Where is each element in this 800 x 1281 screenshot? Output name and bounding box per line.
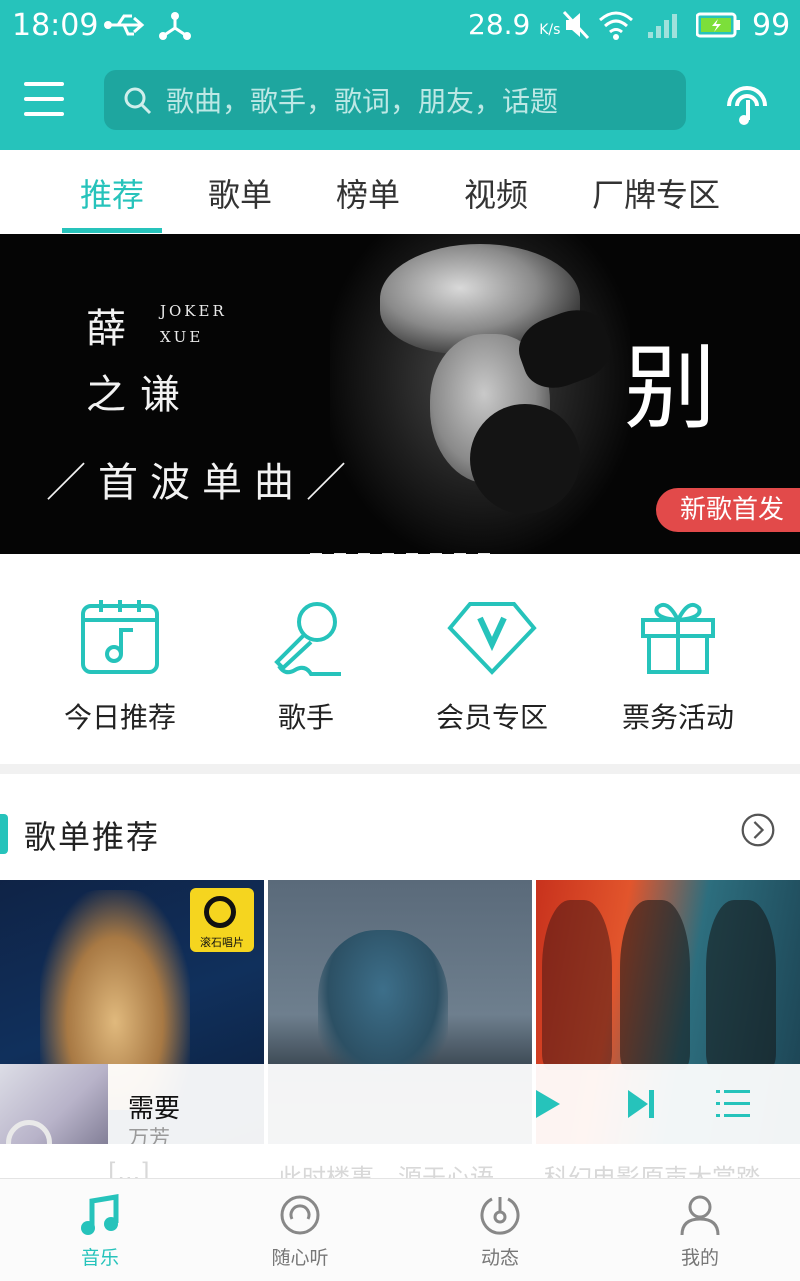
playlist-cover-image	[542, 900, 612, 1070]
banner-artist-name-1: 薛	[86, 306, 126, 352]
carousel-indicator	[310, 542, 502, 554]
now-playing-title: 需要	[128, 1094, 181, 1124]
playlist-section-header: 歌单推荐	[0, 774, 800, 880]
more-chevron-icon[interactable]	[740, 812, 776, 848]
nav-music[interactable]: 音乐	[40, 1193, 160, 1270]
search-box[interactable]	[104, 70, 686, 132]
playlist-queue-icon[interactable]	[716, 1088, 750, 1120]
top-bar	[0, 52, 800, 150]
vip-diamond-icon	[447, 602, 537, 675]
listen-recognize-button[interactable]	[720, 76, 774, 130]
quick-link-vip[interactable]: 会员专区	[402, 596, 582, 736]
microphone-icon	[274, 602, 341, 676]
search-input[interactable]	[164, 70, 668, 132]
section-accent-bar	[0, 814, 8, 854]
battery-icon	[695, 10, 742, 44]
music-recognition-icon	[727, 86, 767, 125]
category-tabs: 推荐 歌单 榜单 视频 厂牌专区	[0, 150, 800, 234]
section-divider	[0, 764, 800, 774]
bottom-navigation: 音乐 随心听 动态 我的	[0, 1178, 800, 1281]
tab-active-indicator	[62, 228, 162, 233]
profile-icon	[680, 1195, 720, 1236]
mute-icon	[562, 10, 590, 44]
network-speed: 28.9 K/s	[468, 8, 561, 41]
menu-button[interactable]	[24, 82, 64, 122]
battery-level: 99	[752, 8, 791, 43]
menu-icon	[24, 82, 64, 86]
record-label-logo: 滚石唱片	[190, 888, 254, 952]
share-network-icon	[158, 10, 192, 46]
promo-banner[interactable]: 薛 JOKER XUE 之谦 ／首波单曲／ 别 新歌首发	[0, 234, 800, 554]
banner-subtitle: ／首波单曲／	[46, 460, 358, 506]
nav-feed[interactable]: 动态	[440, 1193, 560, 1270]
signal-icon	[646, 10, 684, 44]
quick-link-today[interactable]: 今日推荐	[30, 596, 210, 736]
new-release-badge: 新歌首发	[656, 488, 800, 532]
search-icon	[122, 85, 154, 121]
feed-disc-icon	[480, 1197, 520, 1235]
tab-recommend[interactable]: 推荐	[80, 170, 144, 216]
quick-link-tickets[interactable]: 票务活动	[588, 596, 768, 736]
radio-icon	[280, 1195, 320, 1235]
playlist-cover-image	[318, 930, 448, 1080]
status-bar: 18:09 28.9 K/s 99	[0, 0, 800, 52]
tab-videos[interactable]: 视频	[464, 170, 528, 216]
next-track-icon[interactable]	[624, 1086, 658, 1122]
nav-radio[interactable]: 随心听	[240, 1193, 360, 1270]
tab-charts[interactable]: 榜单	[336, 170, 400, 216]
usb-icon	[104, 10, 148, 44]
tab-playlists[interactable]: 歌单	[208, 170, 272, 216]
banner-artist-english: JOKER XUE	[160, 302, 227, 346]
gift-icon	[641, 603, 715, 674]
tab-labels[interactable]: 厂牌专区	[592, 170, 720, 216]
status-time: 18:09	[12, 8, 99, 43]
mini-player[interactable]: 需要 万芳	[0, 1064, 800, 1174]
playlist-titles-obscured: [...] 此时楼事，源于心语 科幻电影原声大赏踏	[0, 1144, 800, 1178]
calendar-music-icon	[81, 600, 159, 674]
quick-links: 今日推荐 歌手 会员专区 票务活动	[0, 554, 800, 764]
nav-profile[interactable]: 我的	[640, 1193, 760, 1270]
music-note-icon	[81, 1194, 119, 1235]
wifi-icon	[598, 10, 634, 44]
play-icon[interactable]	[530, 1086, 564, 1122]
banner-song-title: 别	[624, 335, 717, 442]
section-title: 歌单推荐	[24, 818, 161, 856]
banner-artist-name-2: 之谦	[86, 372, 194, 418]
quick-link-singers[interactable]: 歌手	[216, 596, 396, 736]
